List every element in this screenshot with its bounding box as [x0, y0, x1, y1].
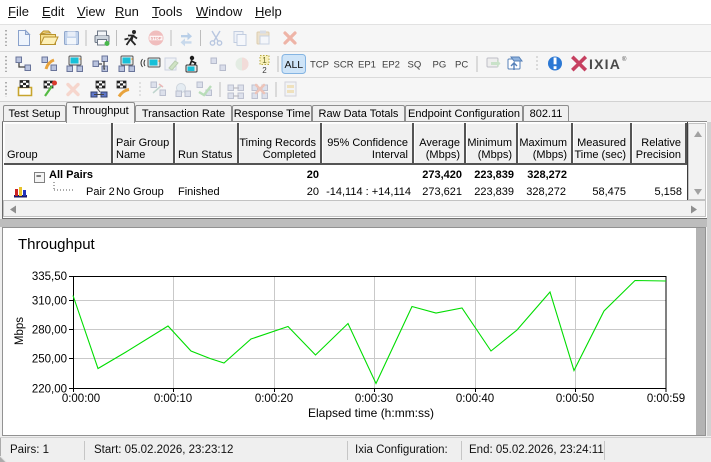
svg-text:0:00:20: 0:00:20 [255, 393, 293, 405]
svg-text:310,00: 310,00 [32, 296, 67, 308]
svg-text:0:00:50: 0:00:50 [556, 393, 594, 405]
svg-text:0:00:40: 0:00:40 [456, 393, 494, 405]
svg-text:PG: PG [433, 60, 447, 71]
svg-text:EP2: EP2 [382, 60, 400, 71]
svg-text:280,00: 280,00 [32, 325, 67, 337]
svg-text:®: ® [622, 56, 627, 63]
svg-text:Elapsed time (h:mm:ss): Elapsed time (h:mm:ss) [308, 406, 434, 420]
svg-text:0:00:59: 0:00:59 [647, 393, 685, 405]
svg-text:Throughput: Throughput [18, 236, 96, 253]
svg-text:0:00:30: 0:00:30 [355, 393, 393, 405]
svg-text:0:00:00: 0:00:00 [62, 393, 100, 405]
svg-text:SCR: SCR [334, 60, 354, 71]
svg-text:TCP: TCP [310, 60, 329, 71]
svg-text:STOP: STOP [151, 36, 162, 41]
svg-text:SQ: SQ [408, 60, 422, 71]
svg-text:EP1: EP1 [358, 60, 376, 71]
svg-text:PC: PC [455, 60, 468, 71]
svg-text:250,00: 250,00 [32, 354, 67, 366]
svg-text:ALL: ALL [284, 59, 303, 71]
svg-text:335,50: 335,50 [32, 271, 67, 283]
svg-text:1: 1 [262, 56, 267, 65]
svg-text:Mbps: Mbps [14, 317, 26, 345]
svg-text:2: 2 [262, 66, 267, 75]
svg-text:0:00:10: 0:00:10 [154, 393, 192, 405]
svg-text:IXIA: IXIA [589, 56, 621, 72]
